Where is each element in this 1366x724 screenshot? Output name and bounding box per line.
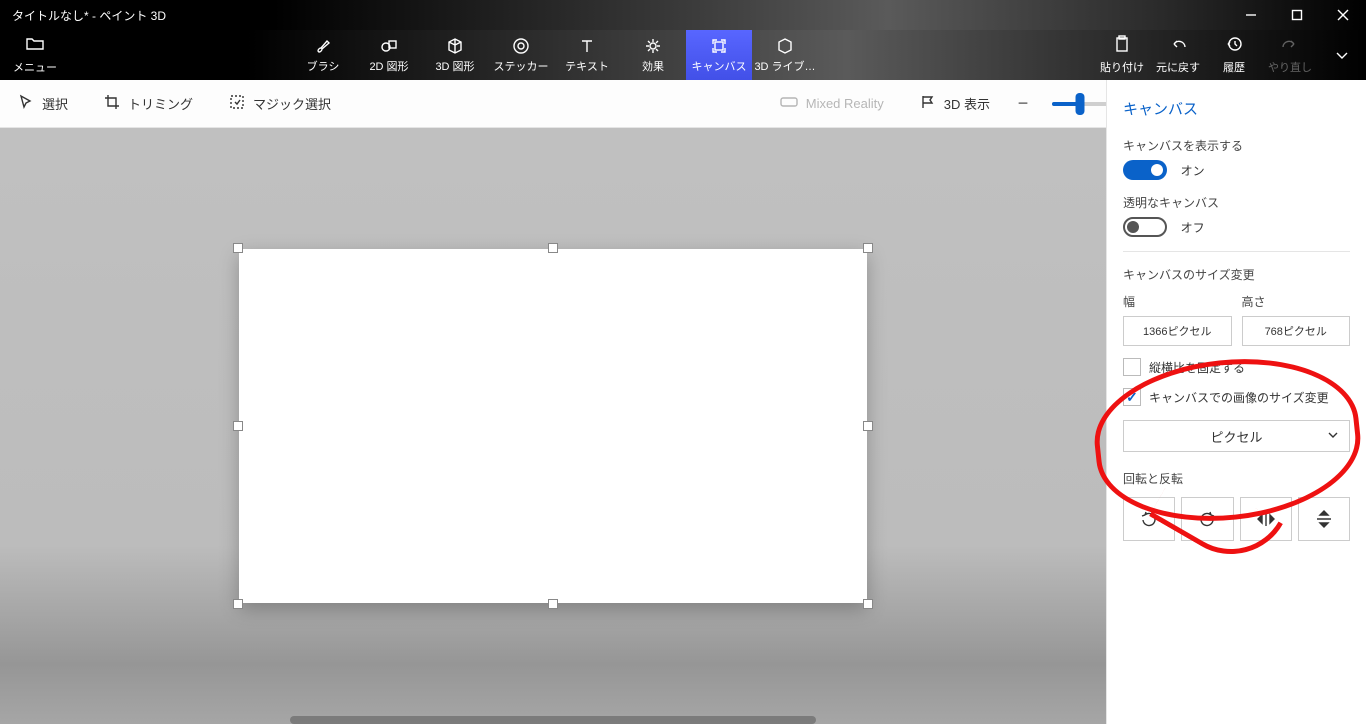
effects-icon — [644, 37, 662, 55]
resize-handle-n[interactable] — [548, 243, 558, 253]
rotate-cw-button[interactable] — [1181, 497, 1233, 541]
history-icon — [1225, 35, 1243, 56]
resize-with-image-label: キャンバスでの画像のサイズ変更 — [1149, 389, 1329, 406]
select-tool-button[interactable]: 選択 — [0, 80, 86, 127]
width-input[interactable]: 1366ピクセル — [1123, 316, 1232, 346]
show-canvas-label: キャンバスを表示する — [1123, 137, 1350, 154]
ribbon-tools: ブラシ 2D 図形 3D 図形 ステッカー テキスト 効果 キャンバス 3D — [290, 30, 818, 80]
resize-handle-se[interactable] — [863, 599, 873, 609]
view-3d-button[interactable]: 3D 表示 — [902, 80, 1008, 127]
tool-text[interactable]: テキスト — [554, 30, 620, 80]
shapes3d-icon — [446, 37, 464, 55]
tool-brush[interactable]: ブラシ — [290, 30, 356, 80]
height-input[interactable]: 768ピクセル — [1242, 316, 1351, 346]
resize-handle-s[interactable] — [548, 599, 558, 609]
resize-handle-nw[interactable] — [233, 243, 243, 253]
transparent-canvas-label: 透明なキャンバス — [1123, 194, 1350, 211]
cursor-icon — [18, 94, 34, 113]
text-icon — [578, 37, 596, 55]
width-label: 幅 — [1123, 293, 1232, 310]
maximize-button[interactable] — [1274, 0, 1320, 30]
canvas-area[interactable] — [239, 249, 867, 603]
minimize-button[interactable] — [1228, 0, 1274, 30]
mixed-reality-button: Mixed Reality — [762, 80, 902, 127]
undo-button[interactable]: 元に戻す — [1150, 30, 1206, 80]
paste-icon — [1113, 35, 1131, 56]
vr-icon — [780, 95, 798, 112]
expand-ribbon-button[interactable] — [1318, 30, 1366, 80]
ribbon-right: 貼り付け 元に戻す 履歴 やり直し — [1094, 30, 1366, 80]
resize-handle-e[interactable] — [863, 421, 873, 431]
lock-aspect-checkbox[interactable] — [1123, 358, 1141, 376]
tool-canvas[interactable]: キャンバス — [686, 30, 752, 80]
flip-horizontal-button[interactable] — [1240, 497, 1292, 541]
chevron-down-icon — [1327, 429, 1339, 444]
folder-icon — [25, 36, 45, 57]
resize-section-title: キャンバスのサイズ変更 — [1123, 266, 1350, 283]
tool-3d-shapes[interactable]: 3D 図形 — [422, 30, 488, 80]
tool-sticker[interactable]: ステッカー — [488, 30, 554, 80]
toggle-off-label: オフ — [1181, 219, 1205, 236]
rotate-ccw-button[interactable] — [1123, 497, 1175, 541]
canvas-side-panel: キャンバス キャンバスを表示する オン 透明なキャンバス オフ キャンバスのサイ… — [1106, 80, 1366, 724]
height-label: 高さ — [1242, 293, 1351, 310]
tool-3d-library[interactable]: 3D ライブ… — [752, 30, 818, 80]
sticker-icon — [512, 37, 530, 55]
resize-handle-ne[interactable] — [863, 243, 873, 253]
tool-effects[interactable]: 効果 — [620, 30, 686, 80]
shapes2d-icon — [380, 37, 398, 55]
rotate-flip-title: 回転と反転 — [1123, 470, 1350, 487]
flip-vertical-button[interactable] — [1298, 497, 1350, 541]
window-title: タイトルなし* - ペイント 3D — [12, 7, 166, 24]
undo-icon — [1169, 35, 1187, 56]
workspace[interactable] — [0, 128, 1106, 724]
crop-tool-button[interactable]: トリミング — [86, 80, 211, 127]
horizontal-scrollbar[interactable] — [290, 716, 816, 724]
menu-label: メニュー — [13, 59, 57, 75]
tool-2d-shapes[interactable]: 2D 図形 — [356, 30, 422, 80]
zoom-slider-thumb[interactable] — [1076, 93, 1085, 115]
panel-title: キャンバス — [1123, 98, 1350, 119]
title-bar: タイトルなし* - ペイント 3D — [0, 0, 1366, 30]
history-button[interactable]: 履歴 — [1206, 30, 1262, 80]
magic-select-button[interactable]: マジック選択 — [211, 80, 349, 127]
main-ribbon: メニュー ブラシ 2D 図形 3D 図形 ステッカー テキスト 効果 — [0, 30, 1366, 80]
magic-select-icon — [229, 94, 245, 113]
redo-button: やり直し — [1262, 30, 1318, 80]
redo-icon — [1281, 35, 1299, 56]
close-button[interactable] — [1320, 0, 1366, 30]
zoom-out-button[interactable]: − — [1008, 89, 1038, 119]
unit-select[interactable]: ピクセル — [1123, 420, 1350, 452]
canvas-icon — [710, 37, 728, 55]
library-icon — [776, 37, 794, 55]
brush-icon — [314, 37, 332, 55]
lock-aspect-label: 縦横比を固定する — [1149, 359, 1245, 376]
resize-handle-sw[interactable] — [233, 599, 243, 609]
resize-with-image-checkbox[interactable] — [1123, 388, 1141, 406]
flag-icon — [920, 94, 936, 113]
transparent-canvas-toggle[interactable] — [1123, 217, 1167, 237]
toggle-on-label: オン — [1181, 162, 1205, 179]
caption-buttons — [1228, 0, 1366, 30]
chevron-down-icon — [1334, 47, 1350, 63]
menu-button[interactable]: メニュー — [0, 30, 70, 80]
show-canvas-toggle[interactable] — [1123, 160, 1167, 180]
crop-icon — [104, 94, 120, 113]
resize-handle-w[interactable] — [233, 421, 243, 431]
paste-button[interactable]: 貼り付け — [1094, 30, 1150, 80]
